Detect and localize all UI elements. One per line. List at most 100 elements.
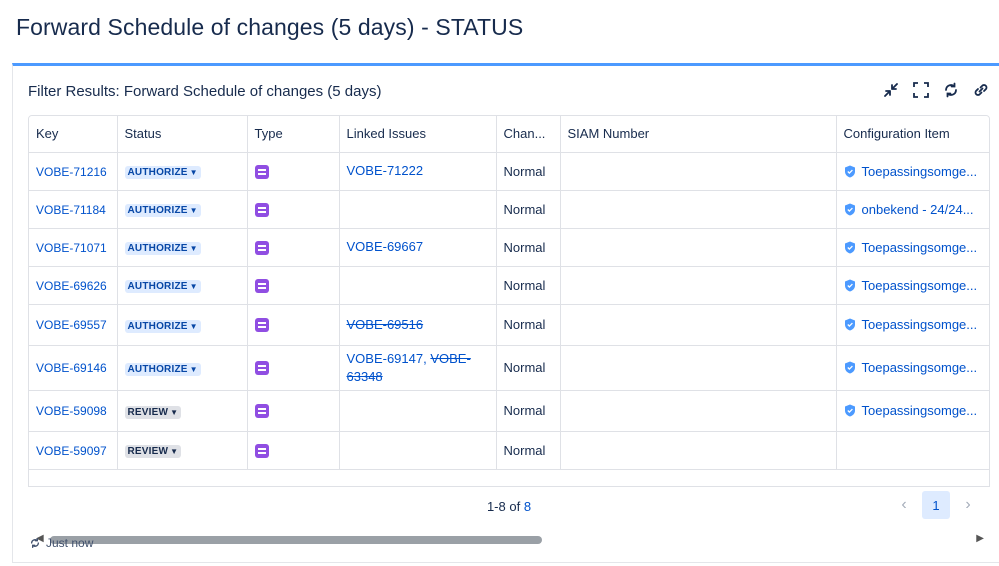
chevron-down-icon: ▼ — [189, 282, 198, 291]
status-label: AUTHORIZE — [127, 167, 188, 178]
status-badge[interactable]: AUTHORIZE ▼ — [124, 242, 201, 255]
table-row: VOBE-59097 REVIEW ▼ Normal — [29, 431, 989, 470]
linked-issues-cell: VOBE-69667 — [347, 238, 489, 256]
fullscreen-icon[interactable] — [911, 80, 931, 100]
gadget-actions — [881, 80, 991, 100]
change-type-value: Normal — [503, 201, 546, 217]
status-badge[interactable]: AUTHORIZE ▼ — [124, 319, 201, 333]
configuration-item-link[interactable]: Toepassingsomge... — [844, 164, 990, 179]
configuration-item-label: Toepassingsomge... — [861, 239, 978, 255]
change-type-icon — [254, 202, 269, 217]
pagination-range: 1-8 of — [486, 499, 521, 514]
previous-page-icon[interactable]: ‹ — [890, 491, 918, 519]
chevron-down-icon: ▼ — [189, 206, 198, 215]
issue-key-link[interactable]: VOBE-69557 — [36, 318, 107, 332]
configuration-item-link[interactable]: Toepassingsomge... — [844, 277, 990, 293]
status-badge[interactable]: REVIEW ▼ — [124, 405, 182, 419]
column-header-change-type[interactable]: Chan... — [496, 116, 561, 153]
shield-icon — [844, 241, 855, 253]
status-label: REVIEW — [127, 446, 169, 457]
shield-icon — [844, 361, 855, 374]
table-row: VOBE-59098 REVIEW ▼ Normal Toepassingsomg… — [29, 390, 990, 432]
change-type-icon — [254, 318, 269, 333]
issue-key-link[interactable]: VOBE-59098 — [36, 404, 107, 418]
chevron-down-icon: ▼ — [189, 321, 198, 331]
issue-key-link[interactable]: VOBE-69626 — [36, 279, 107, 293]
filter-results-gadget: Filter Results: Forward Schedule of chan… — [12, 63, 999, 563]
linked-issue-link[interactable]: VOBE-71222 — [347, 163, 424, 178]
issue-key-link[interactable]: VOBE-71071 — [36, 241, 107, 255]
page-button-1[interactable]: 1 — [922, 491, 950, 519]
configuration-item-link[interactable]: Toepassingsomge... — [844, 360, 990, 375]
configuration-item-link[interactable]: Toepassingsomge... — [844, 403, 990, 418]
shield-icon — [844, 165, 855, 177]
status-badge[interactable]: AUTHORIZE ▼ — [124, 362, 201, 376]
status-badge[interactable]: AUTHORIZE ▼ — [124, 166, 201, 179]
change-type-icon — [254, 164, 269, 179]
table-row: VOBE-69146 AUTHORIZE ▼ VOBE-69147, VOBE-6… — [29, 345, 990, 391]
shield-icon — [844, 279, 855, 291]
configuration-item-link[interactable]: Toepassingsomge... — [844, 239, 990, 255]
configuration-item-label: Toepassingsomge... — [861, 403, 978, 418]
configuration-item-link[interactable]: Toepassingsomge... — [844, 317, 990, 332]
status-label: AUTHORIZE — [127, 281, 188, 292]
refresh-icon[interactable] — [941, 80, 961, 100]
issue-key-link[interactable]: VOBE-69146 — [36, 361, 107, 375]
column-header-siam-number[interactable]: SIAM Number — [560, 116, 837, 153]
configuration-item-link[interactable]: onbekend - 24/24... — [844, 202, 990, 217]
shield-icon — [844, 404, 855, 417]
change-type-icon — [254, 404, 269, 419]
linked-issue-link[interactable]: VOBE-69147 — [347, 351, 424, 366]
chevron-down-icon: ▼ — [189, 364, 198, 374]
table-row: VOBE-69557 AUTHORIZE ▼ VOBE-69516 Normal … — [29, 304, 990, 346]
column-header-configuration-item[interactable]: Configuration Item — [836, 116, 989, 153]
linked-issue-link[interactable]: VOBE-69667 — [347, 239, 424, 254]
scroll-right-icon[interactable]: ▶ — [976, 533, 984, 544]
link-icon[interactable] — [971, 80, 991, 100]
change-type-icon — [254, 361, 269, 376]
linked-issues-cell: VOBE-71222 — [347, 162, 489, 180]
status-label: AUTHORIZE — [127, 243, 188, 254]
configuration-item-label: Toepassingsomge... — [861, 277, 978, 293]
issue-key-link[interactable]: VOBE-71216 — [36, 165, 107, 179]
table-header-row: Key Status Type Linked Issues Chan... SI… — [29, 116, 989, 153]
chevron-down-icon: ▼ — [170, 447, 179, 456]
linked-issues-cell: VOBE-69516 — [347, 316, 489, 334]
change-type-icon — [254, 278, 269, 293]
column-header-type[interactable]: Type — [247, 116, 340, 153]
change-type-value: Normal — [503, 317, 546, 332]
next-page-icon[interactable]: › — [954, 491, 982, 519]
column-header-key[interactable]: Key — [29, 116, 118, 153]
shield-icon — [844, 318, 855, 331]
status-label: AUTHORIZE — [127, 363, 188, 375]
table-row: VOBE-71216 AUTHORIZE ▼ VOBE-71222 Normal … — [29, 152, 990, 191]
linked-issue-link[interactable]: VOBE-69516 — [347, 317, 424, 332]
horizontal-scrollbar[interactable]: ◀ ▶ — [28, 531, 990, 545]
gadget-title: Filter Results: Forward Schedule of chan… — [28, 83, 382, 100]
status-badge[interactable]: AUTHORIZE ▼ — [124, 204, 201, 217]
pagination-bar: 1-8 of 8 ‹ 1 › — [28, 486, 990, 524]
linked-issues-cell: VOBE-69147, VOBE-63348 — [346, 350, 471, 384]
table-row: VOBE-71184 AUTHORIZE ▼ Normal onbekend - … — [29, 190, 990, 229]
change-type-value: Normal — [503, 239, 546, 255]
status-label: AUTHORIZE — [127, 205, 188, 216]
status-label: AUTHORIZE — [127, 320, 188, 332]
configuration-item-label: Toepassingsomge... — [861, 317, 978, 332]
issue-key-link[interactable]: VOBE-59097 — [36, 444, 107, 458]
column-header-status[interactable]: Status — [117, 116, 248, 153]
last-refreshed: Just now — [29, 536, 93, 550]
issue-key-link[interactable]: VOBE-71184 — [36, 203, 106, 217]
column-header-linked-issues[interactable]: Linked Issues — [339, 116, 497, 153]
pagination-total[interactable]: 8 — [524, 499, 531, 514]
change-type-value: Normal — [503, 360, 546, 375]
scrollbar-thumb[interactable] — [50, 536, 542, 544]
shield-icon — [844, 203, 855, 215]
minimize-icon[interactable] — [881, 80, 901, 100]
status-label: REVIEW — [127, 406, 169, 418]
refresh-small-icon — [31, 538, 39, 548]
status-badge[interactable]: AUTHORIZE ▼ — [124, 280, 201, 293]
chevron-down-icon: ▼ — [189, 244, 198, 253]
results-table-container: Key Status Type Linked Issues Chan... SI… — [28, 115, 990, 521]
status-badge[interactable]: REVIEW ▼ — [124, 445, 182, 458]
chevron-down-icon: ▼ — [170, 407, 179, 417]
